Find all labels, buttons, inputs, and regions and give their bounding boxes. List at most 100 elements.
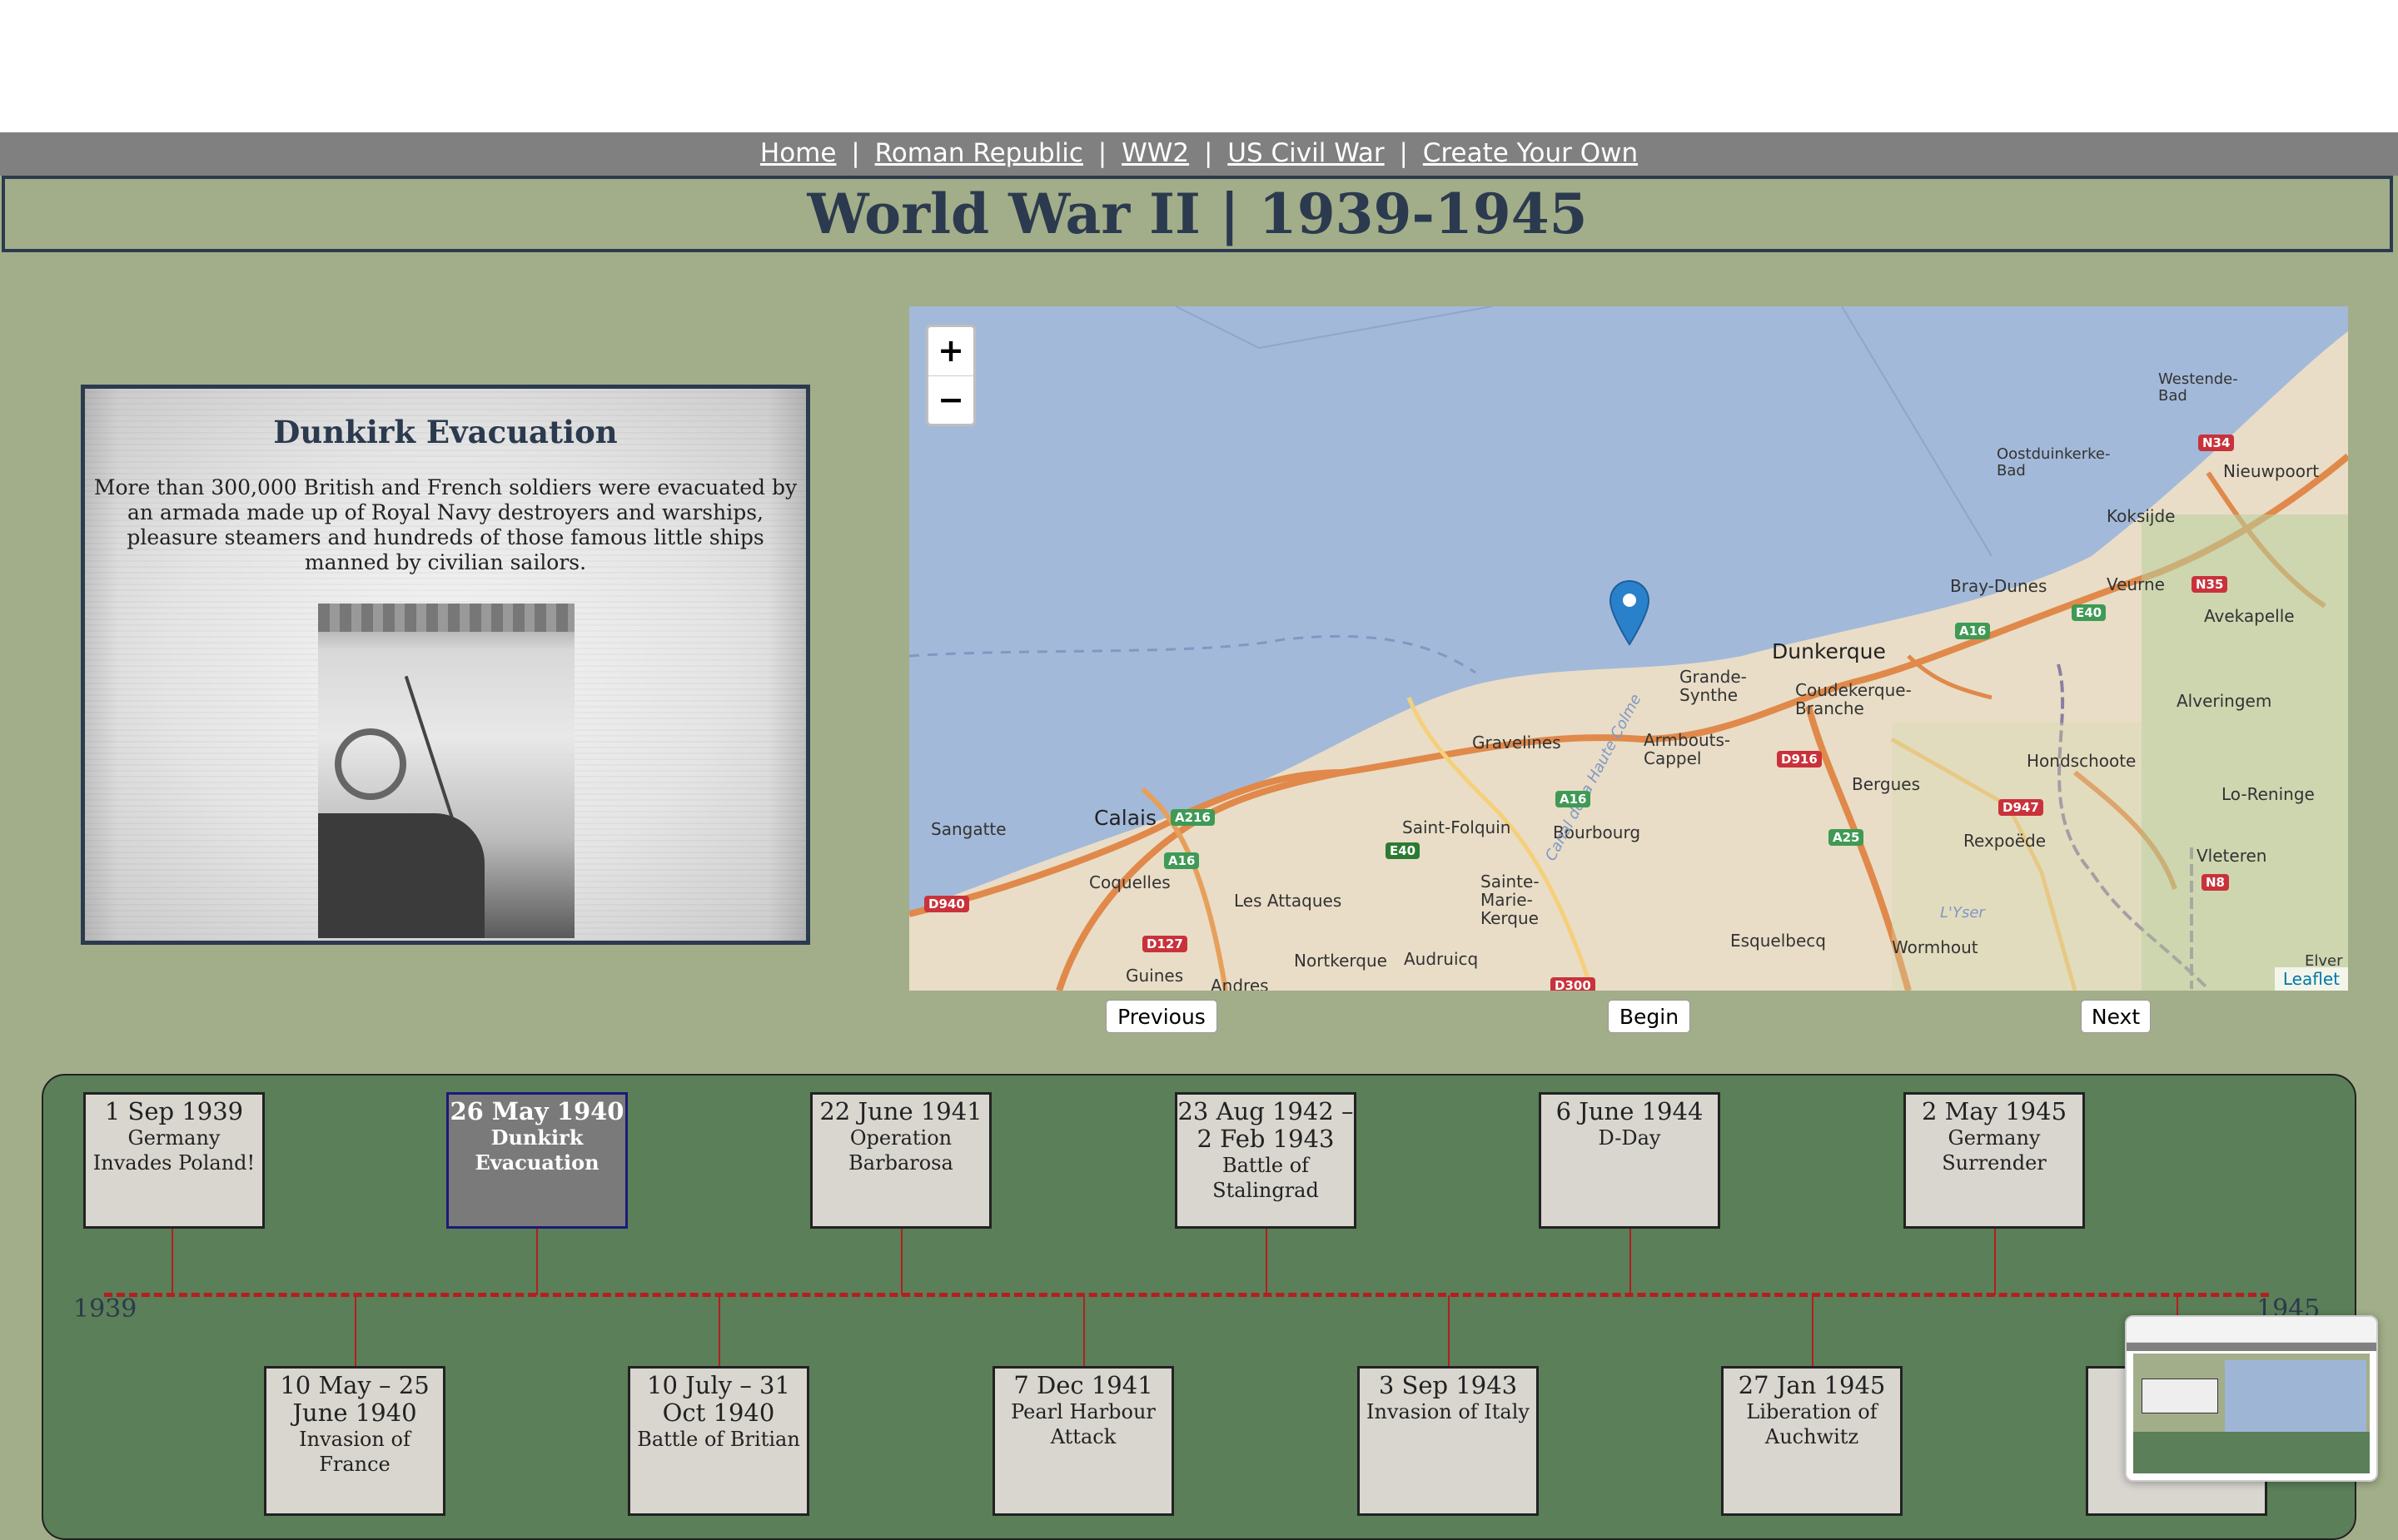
map-label-wormhout: Wormhout xyxy=(1892,937,1978,957)
map-label-coudekerque: Coudekerque- Branche xyxy=(1795,680,1912,718)
map-label-koksijde: Koksijde xyxy=(2107,506,2176,526)
road-sign-d916: D916 xyxy=(1777,751,1822,768)
event-date: 7 Dec 1941 xyxy=(1013,1371,1153,1399)
road-sign-a16: A16 xyxy=(1555,791,1591,807)
timeline-event[interactable]: 7 Dec 1941 Pearl Harbour Attack xyxy=(993,1366,1174,1516)
event-date: 27 Jan 1945 xyxy=(1738,1371,1886,1399)
map-zoom-control: + − xyxy=(926,325,976,426)
event-description: More than 300,000 British and French sol… xyxy=(93,475,798,574)
timeline-event[interactable]: 23 Aug 1942 – 2 Feb 1943 Battle of Stali… xyxy=(1175,1092,1356,1229)
map-label-armbouts-cappel: Armbouts- Cappel xyxy=(1644,730,1731,768)
road-sign-e40: E40 xyxy=(2072,604,2107,621)
event-date: 10 July – 31 Oct 1940 xyxy=(647,1371,790,1427)
screenshot-thumbnail-preview[interactable] xyxy=(2125,1315,2378,1482)
event-date: 22 June 1941 xyxy=(819,1097,983,1125)
event-date: 26 May 1940 xyxy=(450,1097,624,1125)
event-date: 2 May 1945 xyxy=(1921,1097,2067,1125)
photo-lifebuoy xyxy=(335,728,406,800)
event-date: 1 Sep 1939 xyxy=(104,1097,244,1125)
timeline-event[interactable]: 10 July – 31 Oct 1940 Battle of Britian xyxy=(628,1366,809,1516)
begin-button[interactable]: Begin xyxy=(1608,1000,1690,1033)
map-label-oostduinkerke: Oostduinkerke- Bad xyxy=(1997,445,2111,479)
event-date: 3 Sep 1943 xyxy=(1378,1371,1518,1399)
event-name: Invasion of France xyxy=(299,1428,410,1476)
road-sign-d300: D300 xyxy=(1550,977,1595,991)
event-date: 23 Aug 1942 – 2 Feb 1943 xyxy=(1177,1097,1354,1153)
nav-link-us-civil-war[interactable]: US Civil War xyxy=(1227,138,1384,168)
map-label-esquelbecq: Esquelbecq xyxy=(1730,931,1826,951)
map-label-guines: Guines xyxy=(1126,966,1184,986)
road-sign-a216: A216 xyxy=(1171,809,1215,826)
timeline-event[interactable]: 6 June 1944 D-Day xyxy=(1539,1092,1720,1229)
map-label-bray-dunes: Bray-Dunes xyxy=(1950,576,2047,596)
road-sign-n35: N35 xyxy=(2192,576,2228,593)
event-name: Germany Surrender xyxy=(1942,1126,2047,1175)
photo-town-silhouette xyxy=(318,604,575,632)
map-label-dunkerque: Dunkerque xyxy=(1772,639,1886,663)
map-label-saint-folquin: Saint-Folquin xyxy=(1402,817,1511,837)
previous-button[interactable]: Previous xyxy=(1106,1000,1217,1033)
event-name: Liberation of Auchwitz xyxy=(1746,1400,1878,1448)
event-title: Dunkirk Evacuation xyxy=(273,414,618,450)
map-label-bergues: Bergues xyxy=(1852,774,1920,794)
nav-link-home[interactable]: Home xyxy=(760,138,837,168)
map-label-les-attaques: Les Attaques xyxy=(1234,891,1342,911)
map-label-avekapelle: Avekapelle xyxy=(2204,606,2295,626)
nav-link-create-your-own[interactable]: Create Your Own xyxy=(1423,138,1638,168)
nav-separator: | xyxy=(1097,138,1107,168)
timeline-axis xyxy=(104,1293,2269,1297)
map-label-hondschoote: Hondschoote xyxy=(2027,751,2137,771)
map-label-gravelines: Gravelines xyxy=(1472,733,1561,753)
thumbnail-map xyxy=(2225,1360,2366,1435)
page-title: World War II | 1939-1945 xyxy=(807,181,1588,246)
timeline-connector xyxy=(172,1229,173,1295)
event-name: Pearl Harbour Attack xyxy=(1011,1400,1156,1448)
timeline-event[interactable]: 27 Jan 1945 Liberation of Auchwitz xyxy=(1721,1366,1903,1516)
timeline-connector xyxy=(1448,1295,1450,1367)
next-button[interactable]: Next xyxy=(2081,1000,2151,1033)
map-label-nortkerque: Nortkerque xyxy=(1294,951,1387,971)
map-label-sainte-marie-kerque: Sainte- Marie- Kerque xyxy=(1480,872,1540,928)
event-name: D-Day xyxy=(1598,1126,1661,1150)
timeline-event[interactable]: 22 June 1941 Operation Barbarosa xyxy=(810,1092,992,1229)
road-sign-n34: N34 xyxy=(2198,435,2235,451)
map-label-nieuwpoort: Nieuwpoort xyxy=(2223,461,2320,481)
top-nav: Home | Roman Republic | WW2 | US Civil W… xyxy=(0,132,2398,176)
event-date: 6 June 1944 xyxy=(1555,1097,1704,1125)
timeline-event[interactable]: 2 May 1945 Germany Surrender xyxy=(1903,1092,2085,1229)
timeline-event-active[interactable]: 26 May 1940 Dunkirk Evacuation xyxy=(446,1092,628,1229)
nav-separator: | xyxy=(1203,138,1213,168)
map-label-rexpoede: Rexpoëde xyxy=(1963,831,2047,851)
event-name: Battle of Britian xyxy=(637,1428,800,1451)
event-photo xyxy=(318,604,575,938)
event-name: Invasion of Italy xyxy=(1366,1400,1530,1423)
road-sign-e40: E40 xyxy=(1386,842,1420,859)
timeline-event[interactable]: 1 Sep 1939 Germany Invades Poland! xyxy=(83,1092,265,1229)
nav-link-roman-republic[interactable]: Roman Republic xyxy=(875,138,1083,168)
timeline-connector xyxy=(1266,1229,1267,1295)
zoom-in-button[interactable]: + xyxy=(928,327,973,376)
timeline-event[interactable]: 10 May – 25 June 1940 Invasion of France xyxy=(264,1366,445,1516)
nav-separator: | xyxy=(1399,138,1408,168)
map-label-lyser: L'Yser xyxy=(1940,904,1985,922)
thumbnail-browser-chrome xyxy=(2127,1317,2376,1343)
zoom-out-button[interactable]: − xyxy=(928,376,973,425)
map[interactable]: + − Dunkerque Calais Gravelines Grande- … xyxy=(909,306,2348,991)
thumbnail-page xyxy=(2133,1354,2370,1473)
map-label-calais: Calais xyxy=(1094,806,1157,830)
road-sign-d940: D940 xyxy=(924,896,969,912)
map-label-coquelles: Coquelles xyxy=(1089,872,1171,892)
nav-link-ww2[interactable]: WW2 xyxy=(1122,138,1189,168)
road-sign-d127: D127 xyxy=(1142,936,1187,952)
timeline-connector xyxy=(901,1229,903,1295)
timeline-connector xyxy=(1812,1295,1813,1367)
timeline-connector xyxy=(1994,1229,1996,1295)
timeline-event[interactable]: 3 Sep 1943 Invasion of Italy xyxy=(1357,1366,1539,1516)
map-label-westende-bad: Westende- Bad xyxy=(2158,370,2238,405)
map-attribution-link[interactable]: Leaflet xyxy=(2274,967,2348,991)
event-name: Dunkirk Evacuation xyxy=(475,1125,600,1175)
event-name: Battle of Stalingrad xyxy=(1212,1154,1319,1202)
road-sign-a16: A16 xyxy=(1955,623,1991,639)
timeline-connector xyxy=(536,1229,538,1295)
map-label-veurne: Veurne xyxy=(2107,574,2165,594)
